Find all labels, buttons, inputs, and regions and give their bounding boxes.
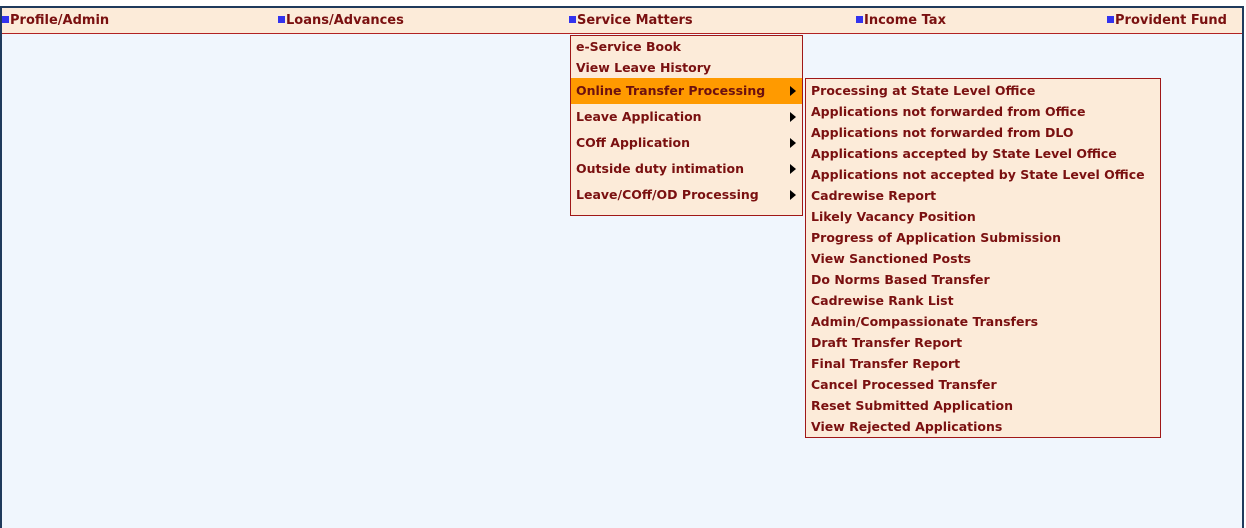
submenu-option[interactable]: Final Transfer Report (806, 353, 1160, 374)
option-label: Applications accepted by State Level Off… (811, 146, 1117, 161)
option-label: Applications not accepted by State Level… (811, 167, 1145, 182)
service-matters-dropdown: e-Service Book View Leave History Online… (570, 35, 803, 216)
menu-bullet-icon (569, 16, 576, 23)
chevron-right-icon (790, 138, 796, 148)
menu-bullet-icon (1107, 16, 1114, 23)
chevron-right-icon (790, 190, 796, 200)
option-label: Processing at State Level Office (811, 83, 1036, 98)
submenu-option[interactable]: Progress of Application Submission (806, 227, 1160, 248)
menu-option-leave-application[interactable]: Leave Application (571, 104, 802, 130)
menu-profile-admin[interactable]: Profile/Admin (2, 8, 109, 33)
menu-provident-fund[interactable]: Provident Fund (1107, 8, 1227, 33)
option-label: View Sanctioned Posts (811, 251, 971, 266)
option-label: Do Norms Based Transfer (811, 272, 990, 287)
menu-option-online-transfer-processing[interactable]: Online Transfer Processing (571, 78, 802, 104)
option-label: Leave/COff/OD Processing (576, 187, 759, 202)
menu-label: Loans/Advances (286, 13, 404, 28)
option-label: Admin/Compassionate Transfers (811, 314, 1039, 329)
option-label: Final Transfer Report (811, 356, 961, 371)
chevron-right-icon (790, 86, 796, 96)
option-label: Leave Application (576, 109, 702, 124)
menu-loans-advances[interactable]: Loans/Advances (278, 8, 404, 33)
menu-option-view-leave-history[interactable]: View Leave History (571, 57, 802, 78)
submenu-option[interactable]: Applications not forwarded from Office (806, 101, 1160, 122)
option-label: Applications not forwarded from Office (811, 104, 1086, 119)
submenu-option[interactable]: View Rejected Applications (806, 416, 1160, 437)
menu-bullet-icon (2, 16, 9, 23)
option-label: Cancel Processed Transfer (811, 377, 997, 392)
option-label: Online Transfer Processing (576, 83, 766, 98)
submenu-option[interactable]: Cadrewise Rank List (806, 290, 1160, 311)
option-label: Outside duty intimation (576, 161, 744, 176)
option-label: e-Service Book (576, 39, 681, 54)
submenu-option[interactable]: View Sanctioned Posts (806, 248, 1160, 269)
option-label: Reset Submitted Application (811, 398, 1013, 413)
menu-option-outside-duty-intimation[interactable]: Outside duty intimation (571, 156, 802, 182)
menu-label: Provident Fund (1115, 13, 1227, 28)
menu-income-tax[interactable]: Income Tax (856, 8, 946, 33)
menu-bullet-icon (856, 16, 863, 23)
menu-option-leave-coff-od-processing[interactable]: Leave/COff/OD Processing (571, 182, 802, 208)
menu-option-coff-application[interactable]: COff Application (571, 130, 802, 156)
option-label: View Rejected Applications (811, 419, 1003, 434)
submenu-option[interactable]: Likely Vacancy Position (806, 206, 1160, 227)
submenu-option[interactable]: Admin/Compassionate Transfers (806, 311, 1160, 332)
submenu-option[interactable]: Cadrewise Report (806, 185, 1160, 206)
option-label: Applications not forwarded from DLO (811, 125, 1074, 140)
option-label: View Leave History (576, 60, 712, 75)
main-menubar: Profile/Admin Loans/Advances Service Mat… (2, 8, 1242, 34)
menu-bullet-icon (278, 16, 285, 23)
submenu-option[interactable]: Cancel Processed Transfer (806, 374, 1160, 395)
option-label: Cadrewise Rank List (811, 293, 954, 308)
submenu-option[interactable]: Processing at State Level Office (806, 80, 1160, 101)
submenu-option[interactable]: Do Norms Based Transfer (806, 269, 1160, 290)
chevron-right-icon (790, 112, 796, 122)
submenu-option[interactable]: Reset Submitted Application (806, 395, 1160, 416)
option-label: Likely Vacancy Position (811, 209, 976, 224)
online-transfer-submenu: Processing at State Level Office Applica… (805, 78, 1161, 438)
submenu-option[interactable]: Applications accepted by State Level Off… (806, 143, 1160, 164)
option-label: Cadrewise Report (811, 188, 937, 203)
submenu-option[interactable]: Draft Transfer Report (806, 332, 1160, 353)
menu-label: Service Matters (577, 13, 693, 28)
chevron-right-icon (790, 164, 796, 174)
option-label: Progress of Application Submission (811, 230, 1062, 245)
menu-label: Income Tax (864, 13, 946, 28)
submenu-option[interactable]: Applications not forwarded from DLO (806, 122, 1160, 143)
option-label: Draft Transfer Report (811, 335, 963, 350)
menu-service-matters[interactable]: Service Matters (569, 8, 693, 33)
menu-label: Profile/Admin (10, 13, 110, 28)
menu-option-e-service-book[interactable]: e-Service Book (571, 36, 802, 57)
option-label: COff Application (576, 135, 691, 150)
submenu-option[interactable]: Applications not accepted by State Level… (806, 164, 1160, 185)
